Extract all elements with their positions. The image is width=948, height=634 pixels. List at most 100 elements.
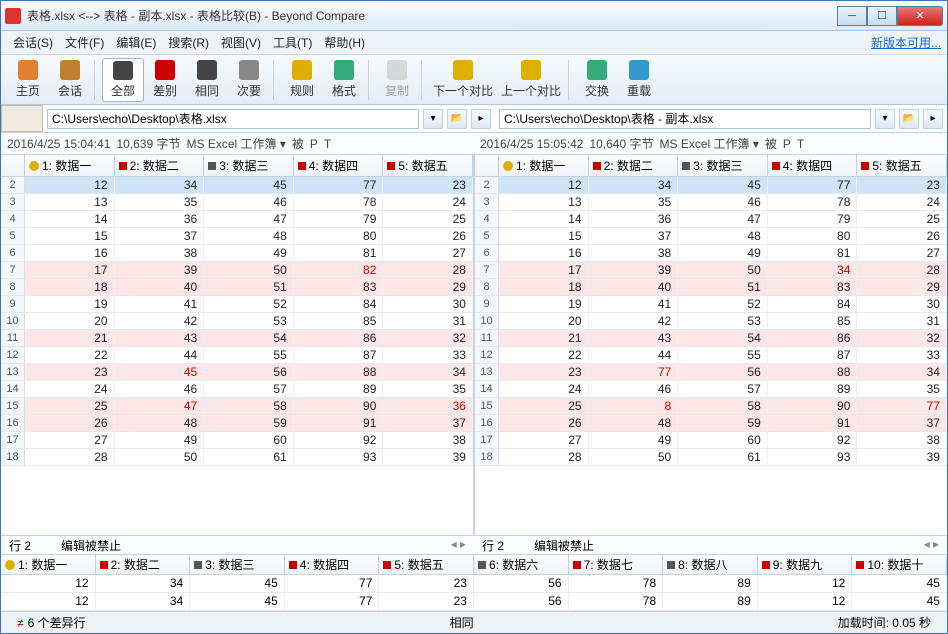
right-open-button[interactable]: ▸ [923, 109, 943, 129]
table-row[interactable]: 61638498127 [1, 245, 473, 262]
info-item[interactable]: 被 [765, 135, 777, 152]
column-header[interactable]: 1: 数据一 [499, 155, 589, 176]
table-row[interactable]: 132377568834 [475, 364, 947, 381]
toolbar-sessions-button[interactable]: 会话 [49, 58, 91, 102]
toolbar-copy-button[interactable]: 复制 [376, 58, 418, 102]
column-header[interactable]: 2: 数据二 [115, 155, 205, 176]
toolbar-home-button[interactable]: 主页 [7, 58, 49, 102]
menu-item[interactable]: 视图(V) [215, 32, 267, 53]
info-item[interactable]: 被 [292, 135, 304, 152]
detail-column-header[interactable]: 7: 数据七 [569, 555, 664, 574]
table-row[interactable]: 182850619339 [1, 449, 473, 466]
left-path-input[interactable] [47, 109, 419, 129]
column-header[interactable]: 4: 数据四 [768, 155, 858, 176]
session-tab-icon[interactable] [1, 105, 43, 132]
close-button[interactable]: ✕ [897, 6, 943, 26]
table-row[interactable]: 31335467824 [475, 194, 947, 211]
table-row[interactable]: 61638498127 [475, 245, 947, 262]
menu-item[interactable]: 文件(F) [59, 32, 110, 53]
table-row[interactable]: 21234457723 [1, 177, 473, 194]
detail-column-header[interactable]: 8: 数据八 [663, 555, 758, 574]
menu-item[interactable]: 编辑(E) [110, 32, 162, 53]
table-row[interactable]: 41436477925 [475, 211, 947, 228]
toolbar-minor-button[interactable]: 次要 [228, 58, 270, 102]
left-path-dropdown[interactable]: ▾ [423, 109, 443, 129]
menu-item[interactable]: 会话(S) [7, 32, 59, 53]
detail-column-header[interactable]: 2: 数据二 [96, 555, 191, 574]
right-path-dropdown[interactable]: ▾ [875, 109, 895, 129]
detail-column-header[interactable]: 10: 数据十 [852, 555, 947, 574]
table-row[interactable]: 162648599137 [475, 415, 947, 432]
column-header[interactable]: 1: 数据一 [25, 155, 115, 176]
table-row[interactable]: 142446578935 [1, 381, 473, 398]
column-header[interactable]: 5: 数据五 [383, 155, 473, 176]
toolbar-format-button[interactable]: 格式 [323, 58, 365, 102]
detail-row[interactable]: 12344577235678891245 [1, 575, 947, 593]
table-row[interactable]: 21234457723 [475, 177, 947, 194]
detail-column-header[interactable]: 6: 数据六 [474, 555, 569, 574]
column-header[interactable]: 3: 数据三 [204, 155, 294, 176]
column-header[interactable]: 5: 数据五 [857, 155, 947, 176]
table-row[interactable]: 172749609238 [1, 432, 473, 449]
detail-column-header[interactable]: 3: 数据三 [190, 555, 285, 574]
table-row[interactable]: 91941528430 [475, 296, 947, 313]
detail-column-header[interactable]: 5: 数据五 [379, 555, 474, 574]
table-row[interactable]: 91941528430 [1, 296, 473, 313]
table-row[interactable]: 112143548632 [1, 330, 473, 347]
table-row[interactable]: 81840518329 [1, 279, 473, 296]
table-row[interactable]: 15258589077 [475, 398, 947, 415]
right-browse-button[interactable]: 📂 [899, 109, 919, 129]
column-header[interactable]: 2: 数据二 [589, 155, 679, 176]
table-row[interactable]: 71739503428 [475, 262, 947, 279]
detail-column-header[interactable]: 1: 数据一 [1, 555, 96, 574]
menu-item[interactable]: 搜索(R) [162, 32, 215, 53]
detail-column-header[interactable]: 4: 数据四 [285, 555, 380, 574]
table-row[interactable]: 132345568834 [1, 364, 473, 381]
table-row[interactable]: 142446578935 [475, 381, 947, 398]
menu-item[interactable]: 工具(T) [267, 32, 318, 53]
minor-icon [239, 60, 259, 80]
table-row[interactable]: 31335467824 [1, 194, 473, 211]
table-row[interactable]: 102042538531 [1, 313, 473, 330]
table-row[interactable]: 41436477925 [1, 211, 473, 228]
toolbar-same-button[interactable]: 相同 [186, 58, 228, 102]
swap-icon [587, 60, 607, 80]
table-row[interactable]: 152547589036 [1, 398, 473, 415]
toolbar-reload-button[interactable]: 重载 [618, 58, 660, 102]
table-row[interactable]: 81840518329 [475, 279, 947, 296]
info-item[interactable]: P [310, 137, 318, 151]
right-grid-body[interactable]: 2123445772331335467824414364779255153748… [475, 177, 947, 535]
toolbar-nextdiff-button[interactable]: 下一个对比 [429, 58, 497, 102]
table-row[interactable]: 122244558733 [1, 347, 473, 364]
table-row[interactable]: 112143548632 [475, 330, 947, 347]
toolbar-diff-button[interactable]: 差别 [144, 58, 186, 102]
info-item[interactable]: T [797, 137, 804, 151]
left-open-button[interactable]: ▸ [471, 109, 491, 129]
update-link[interactable]: 新版本可用... [871, 34, 941, 51]
toolbar-swap-button[interactable]: 交换 [576, 58, 618, 102]
toolbar-rules-button[interactable]: 规则 [281, 58, 323, 102]
column-header[interactable]: 4: 数据四 [294, 155, 384, 176]
minimize-button[interactable]: ─ [837, 6, 867, 26]
info-item[interactable]: P [783, 137, 791, 151]
table-row[interactable]: 71739508228 [1, 262, 473, 279]
detail-column-header[interactable]: 9: 数据九 [758, 555, 853, 574]
menu-item[interactable]: 帮助(H) [318, 32, 371, 53]
right-path-input[interactable] [499, 109, 871, 129]
table-row[interactable]: 182850619339 [475, 449, 947, 466]
maximize-button[interactable]: ☐ [867, 6, 897, 26]
table-row[interactable]: 162648599137 [1, 415, 473, 432]
info-item[interactable]: T [324, 137, 331, 151]
toolbar-prevdiff-button[interactable]: 上一个对比 [497, 58, 565, 102]
table-row[interactable]: 51537488026 [1, 228, 473, 245]
left-grid-body[interactable]: 2123445772331335467824414364779255153748… [1, 177, 473, 535]
detail-rows: 1234457723567889124512344577235678891245 [1, 575, 947, 611]
table-row[interactable]: 102042538531 [475, 313, 947, 330]
left-browse-button[interactable]: 📂 [447, 109, 467, 129]
table-row[interactable]: 172749609238 [475, 432, 947, 449]
detail-row[interactable]: 12344577235678891245 [1, 593, 947, 611]
table-row[interactable]: 122244558733 [475, 347, 947, 364]
table-row[interactable]: 51537488026 [475, 228, 947, 245]
column-header[interactable]: 3: 数据三 [678, 155, 768, 176]
toolbar-all-button[interactable]: 全部 [102, 58, 144, 102]
